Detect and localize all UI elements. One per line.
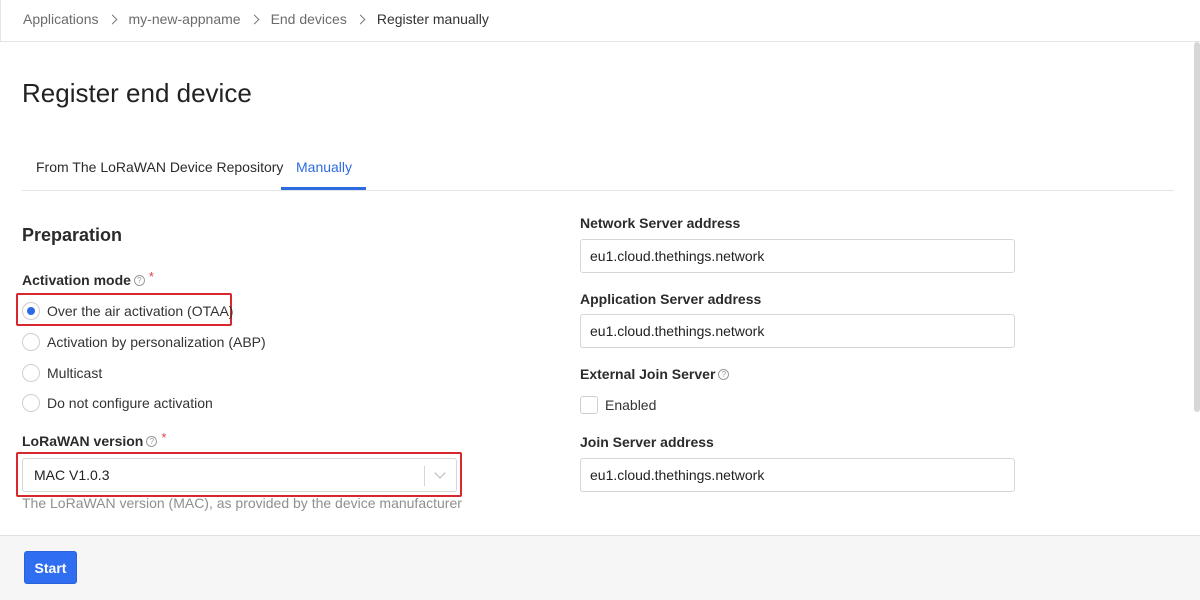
radio-otaa[interactable]: Over the air activation (OTAA) <box>22 302 233 320</box>
breadcrumb-bar: Applications my-new-appname End devices … <box>0 0 1200 42</box>
select-divider <box>424 466 425 486</box>
radio-multicast[interactable]: Multicast <box>22 364 102 382</box>
radio-label: Multicast <box>47 365 103 381</box>
radio-label: Over the air activation (OTAA) <box>47 303 234 319</box>
application-server-label-text: Application Server address <box>580 291 762 307</box>
required-mark: * <box>148 268 154 284</box>
application-server-input[interactable] <box>580 314 1015 348</box>
chevron-down-icon[interactable] <box>434 467 446 479</box>
active-tab-indicator <box>281 187 366 190</box>
scrollbar[interactable] <box>1194 42 1200 412</box>
tab-bar: From The LoRaWAN Device Repository Manua… <box>22 150 1174 191</box>
radio-selected-dot <box>27 307 35 315</box>
join-server-label-text: Join Server address <box>580 434 714 450</box>
external-join-server-label-text: External Join Server <box>580 366 716 382</box>
network-server-input[interactable] <box>580 239 1015 273</box>
external-join-server-checkbox-row[interactable]: Enabled <box>580 396 656 414</box>
section-title-preparation: Preparation <box>22 225 123 245</box>
breadcrumb-applications[interactable]: Applications <box>23 11 99 27</box>
radio-button[interactable] <box>22 302 40 320</box>
lorawan-version-hint: The LoRaWAN version (MAC), as provided b… <box>22 495 462 511</box>
radio-label: Do not configure activation <box>47 395 213 411</box>
footer-bar: Start <box>0 535 1200 600</box>
activation-mode-label-text: Activation mode <box>22 272 131 288</box>
external-join-server-label: External Join Server ? <box>580 366 730 382</box>
lorawan-version-label: LoRaWAN version ? * <box>22 429 167 450</box>
join-server-input[interactable] <box>580 458 1015 492</box>
lorawan-version-select[interactable]: MAC V1.0.3 <box>22 458 457 492</box>
help-icon[interactable]: ? <box>133 274 145 286</box>
page-title: Register end device <box>22 78 252 108</box>
network-server-label: Network Server address <box>580 215 740 231</box>
network-server-label-text: Network Server address <box>580 215 741 231</box>
radio-abp[interactable]: Activation by personalization (ABP) <box>22 333 266 351</box>
breadcrumb: Applications my-new-appname End devices … <box>23 11 489 27</box>
radio-button[interactable] <box>22 364 40 382</box>
external-join-server-checkbox[interactable] <box>580 396 598 414</box>
help-icon[interactable]: ? <box>718 368 730 380</box>
radio-button[interactable] <box>22 333 40 351</box>
tab-device-repository[interactable]: From The LoRaWAN Device Repository <box>36 159 283 175</box>
lorawan-version-label-text: LoRaWAN version <box>22 433 144 449</box>
help-icon[interactable]: ? <box>146 435 158 447</box>
radio-label: Activation by personalization (ABP) <box>47 334 266 350</box>
chevron-right-icon <box>355 14 366 24</box>
breadcrumb-current: Register manually <box>376 11 489 27</box>
required-mark: * <box>161 429 167 445</box>
chevron-right-icon <box>107 14 117 24</box>
radio-no-activation[interactable]: Do not configure activation <box>22 394 213 412</box>
breadcrumb-end-devices[interactable]: End devices <box>271 11 347 27</box>
application-server-label: Application Server address <box>580 291 761 307</box>
radio-button[interactable] <box>22 394 40 412</box>
activation-mode-label: Activation mode ? * <box>22 268 154 289</box>
tab-manually[interactable]: Manually <box>296 159 352 175</box>
start-button[interactable]: Start <box>24 551 77 584</box>
checkbox-label: Enabled <box>605 397 657 413</box>
chevron-right-icon <box>249 14 260 24</box>
select-value: MAC V1.0.3 <box>34 467 110 483</box>
join-server-label: Join Server address <box>580 434 714 450</box>
breadcrumb-app[interactable]: my-new-appname <box>129 11 241 27</box>
